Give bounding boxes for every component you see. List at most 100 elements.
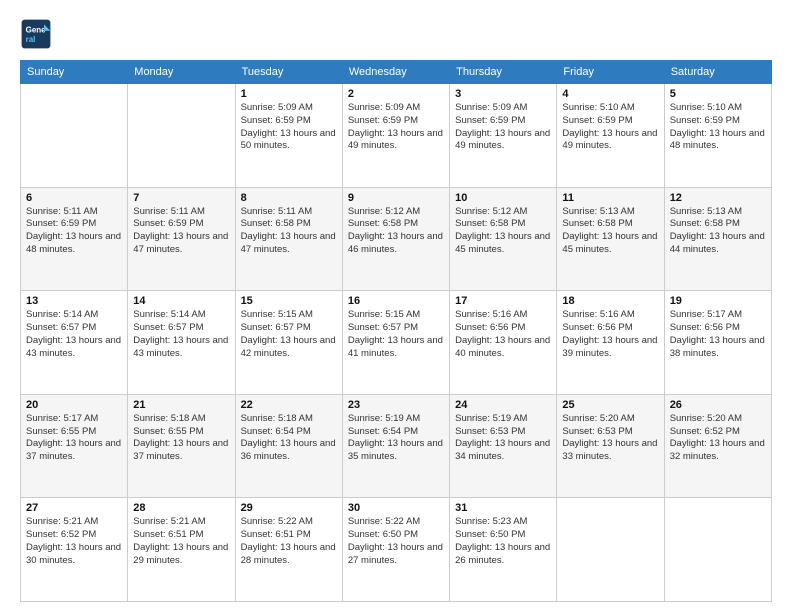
day-info: Sunrise: 5:20 AM Sunset: 6:52 PM Dayligh… xyxy=(670,413,766,464)
svg-text:ral: ral xyxy=(26,35,36,44)
day-info: Sunrise: 5:12 AM Sunset: 6:58 PM Dayligh… xyxy=(348,206,444,257)
weekday-header-saturday: Saturday xyxy=(664,61,771,84)
page: Gene ral SundayMondayTuesdayWednesdayThu… xyxy=(0,0,792,612)
day-info: Sunrise: 5:09 AM Sunset: 6:59 PM Dayligh… xyxy=(348,102,444,153)
calendar-week-row: 1 Sunrise: 5:09 AM Sunset: 6:59 PM Daylig… xyxy=(21,84,772,188)
day-number: 9 xyxy=(348,192,444,204)
day-number: 14 xyxy=(133,295,229,307)
day-info: Sunrise: 5:21 AM Sunset: 6:51 PM Dayligh… xyxy=(133,516,229,567)
calendar-cell: 6 Sunrise: 5:11 AM Sunset: 6:59 PM Daylig… xyxy=(21,187,128,291)
calendar-cell: 22 Sunrise: 5:18 AM Sunset: 6:54 PM Dayli… xyxy=(235,394,342,498)
calendar-cell: 3 Sunrise: 5:09 AM Sunset: 6:59 PM Daylig… xyxy=(450,84,557,188)
svg-text:Gene: Gene xyxy=(26,25,47,34)
calendar-cell: 31 Sunrise: 5:23 AM Sunset: 6:50 PM Dayli… xyxy=(450,498,557,602)
day-info: Sunrise: 5:19 AM Sunset: 6:54 PM Dayligh… xyxy=(348,413,444,464)
day-number: 18 xyxy=(562,295,658,307)
calendar-cell: 16Sunrise: 5:15 AM Sunset: 6:57 PM Dayli… xyxy=(342,291,449,395)
day-info: Sunrise: 5:22 AM Sunset: 6:50 PM Dayligh… xyxy=(348,516,444,567)
calendar-cell: 29Sunrise: 5:22 AM Sunset: 6:51 PM Dayli… xyxy=(235,498,342,602)
day-number: 22 xyxy=(241,399,337,411)
day-number: 12 xyxy=(670,192,766,204)
calendar-cell: 28 Sunrise: 5:21 AM Sunset: 6:51 PM Dayli… xyxy=(128,498,235,602)
day-number: 27 xyxy=(26,502,122,514)
calendar-cell: 18 Sunrise: 5:16 AM Sunset: 6:56 PM Dayli… xyxy=(557,291,664,395)
calendar-cell: 5 Sunrise: 5:10 AM Sunset: 6:59 PM Daylig… xyxy=(664,84,771,188)
calendar-week-row: 13 Sunrise: 5:14 AM Sunset: 6:57 PM Dayli… xyxy=(21,291,772,395)
logo-icon: Gene ral xyxy=(20,18,52,50)
calendar-cell: 20 Sunrise: 5:17 AM Sunset: 6:55 PM Dayli… xyxy=(21,394,128,498)
calendar-cell: 11Sunrise: 5:13 AM Sunset: 6:58 PM Dayli… xyxy=(557,187,664,291)
day-info: Sunrise: 5:11 AM Sunset: 6:59 PM Dayligh… xyxy=(26,206,122,257)
day-info: Sunrise: 5:15 AM Sunset: 6:57 PM Dayligh… xyxy=(241,309,337,360)
day-info: Sunrise: 5:23 AM Sunset: 6:50 PM Dayligh… xyxy=(455,516,551,567)
day-number: 17 xyxy=(455,295,551,307)
calendar-cell: 12Sunrise: 5:13 AM Sunset: 6:58 PM Dayli… xyxy=(664,187,771,291)
day-number: 5 xyxy=(670,88,766,100)
calendar-cell: 14 Sunrise: 5:14 AM Sunset: 6:57 PM Dayli… xyxy=(128,291,235,395)
calendar-cell: 15 Sunrise: 5:15 AM Sunset: 6:57 PM Dayli… xyxy=(235,291,342,395)
day-number: 6 xyxy=(26,192,122,204)
day-number: 13 xyxy=(26,295,122,307)
day-number: 24 xyxy=(455,399,551,411)
day-number: 23 xyxy=(348,399,444,411)
day-number: 1 xyxy=(241,88,337,100)
day-info: Sunrise: 5:17 AM Sunset: 6:55 PM Dayligh… xyxy=(26,413,122,464)
calendar-cell: 9 Sunrise: 5:12 AM Sunset: 6:58 PM Daylig… xyxy=(342,187,449,291)
calendar-cell: 17Sunrise: 5:16 AM Sunset: 6:56 PM Dayli… xyxy=(450,291,557,395)
day-number: 15 xyxy=(241,295,337,307)
day-number: 10 xyxy=(455,192,551,204)
calendar-cell xyxy=(128,84,235,188)
day-info: Sunrise: 5:10 AM Sunset: 6:59 PM Dayligh… xyxy=(562,102,658,153)
calendar-cell xyxy=(664,498,771,602)
calendar-cell: 21Sunrise: 5:18 AM Sunset: 6:55 PM Dayli… xyxy=(128,394,235,498)
day-info: Sunrise: 5:11 AM Sunset: 6:59 PM Dayligh… xyxy=(133,206,229,257)
weekday-header-row: SundayMondayTuesdayWednesdayThursdayFrid… xyxy=(21,61,772,84)
day-info: Sunrise: 5:09 AM Sunset: 6:59 PM Dayligh… xyxy=(241,102,337,153)
day-info: Sunrise: 5:11 AM Sunset: 6:58 PM Dayligh… xyxy=(241,206,337,257)
day-info: Sunrise: 5:21 AM Sunset: 6:52 PM Dayligh… xyxy=(26,516,122,567)
weekday-header-monday: Monday xyxy=(128,61,235,84)
calendar-cell: 8 Sunrise: 5:11 AM Sunset: 6:58 PM Daylig… xyxy=(235,187,342,291)
day-number: 30 xyxy=(348,502,444,514)
day-info: Sunrise: 5:09 AM Sunset: 6:59 PM Dayligh… xyxy=(455,102,551,153)
calendar-cell: 1 Sunrise: 5:09 AM Sunset: 6:59 PM Daylig… xyxy=(235,84,342,188)
calendar-cell: 27 Sunrise: 5:21 AM Sunset: 6:52 PM Dayli… xyxy=(21,498,128,602)
day-info: Sunrise: 5:10 AM Sunset: 6:59 PM Dayligh… xyxy=(670,102,766,153)
day-number: 20 xyxy=(26,399,122,411)
weekday-header-thursday: Thursday xyxy=(450,61,557,84)
calendar-cell: 23 Sunrise: 5:19 AM Sunset: 6:54 PM Dayli… xyxy=(342,394,449,498)
day-info: Sunrise: 5:20 AM Sunset: 6:53 PM Dayligh… xyxy=(562,413,658,464)
day-number: 28 xyxy=(133,502,229,514)
day-info: Sunrise: 5:18 AM Sunset: 6:54 PM Dayligh… xyxy=(241,413,337,464)
calendar-week-row: 20 Sunrise: 5:17 AM Sunset: 6:55 PM Dayli… xyxy=(21,394,772,498)
calendar-cell: 10 Sunrise: 5:12 AM Sunset: 6:58 PM Dayli… xyxy=(450,187,557,291)
header: Gene ral xyxy=(20,18,772,50)
calendar-cell: 4 Sunrise: 5:10 AM Sunset: 6:59 PM Daylig… xyxy=(557,84,664,188)
calendar-cell xyxy=(21,84,128,188)
weekday-header-wednesday: Wednesday xyxy=(342,61,449,84)
calendar-cell: 2 Sunrise: 5:09 AM Sunset: 6:59 PM Daylig… xyxy=(342,84,449,188)
day-number: 31 xyxy=(455,502,551,514)
day-info: Sunrise: 5:14 AM Sunset: 6:57 PM Dayligh… xyxy=(133,309,229,360)
day-number: 16 xyxy=(348,295,444,307)
day-number: 26 xyxy=(670,399,766,411)
day-info: Sunrise: 5:12 AM Sunset: 6:58 PM Dayligh… xyxy=(455,206,551,257)
day-number: 8 xyxy=(241,192,337,204)
day-number: 2 xyxy=(348,88,444,100)
calendar-cell: 13 Sunrise: 5:14 AM Sunset: 6:57 PM Dayli… xyxy=(21,291,128,395)
day-number: 7 xyxy=(133,192,229,204)
day-number: 4 xyxy=(562,88,658,100)
day-info: Sunrise: 5:18 AM Sunset: 6:55 PM Dayligh… xyxy=(133,413,229,464)
day-info: Sunrise: 5:19 AM Sunset: 6:53 PM Dayligh… xyxy=(455,413,551,464)
calendar-week-row: 6 Sunrise: 5:11 AM Sunset: 6:59 PM Daylig… xyxy=(21,187,772,291)
weekday-header-sunday: Sunday xyxy=(21,61,128,84)
day-info: Sunrise: 5:16 AM Sunset: 6:56 PM Dayligh… xyxy=(562,309,658,360)
weekday-header-friday: Friday xyxy=(557,61,664,84)
calendar-body: 1 Sunrise: 5:09 AM Sunset: 6:59 PM Daylig… xyxy=(21,84,772,602)
day-number: 11 xyxy=(562,192,658,204)
weekday-header-tuesday: Tuesday xyxy=(235,61,342,84)
day-info: Sunrise: 5:14 AM Sunset: 6:57 PM Dayligh… xyxy=(26,309,122,360)
calendar-cell: 7 Sunrise: 5:11 AM Sunset: 6:59 PM Daylig… xyxy=(128,187,235,291)
calendar-table: SundayMondayTuesdayWednesdayThursdayFrid… xyxy=(20,60,772,602)
day-number: 3 xyxy=(455,88,551,100)
